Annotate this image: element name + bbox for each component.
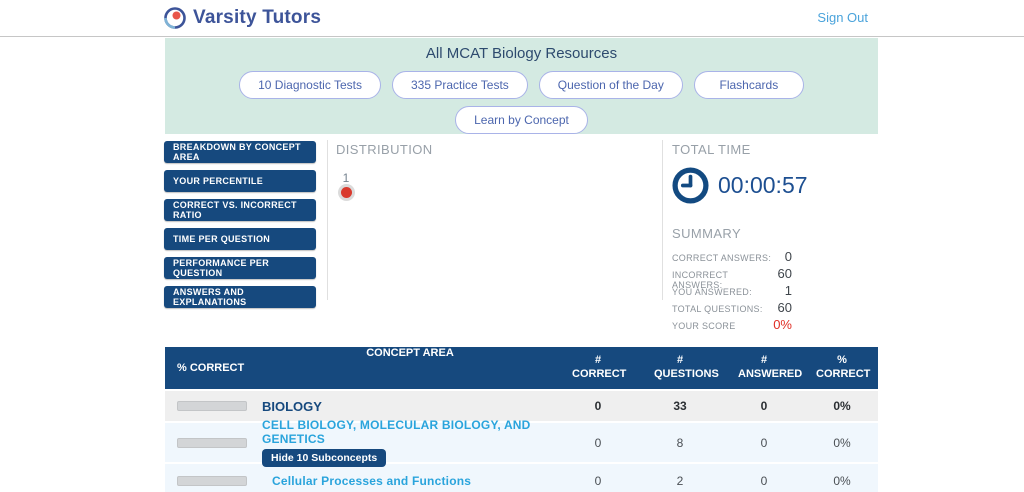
clock-icon [672,167,709,204]
varsity-tutors-logo-icon [163,6,187,30]
summary-value: 60 [778,266,792,281]
column-header-pct-correct: % CORRECT [806,347,878,389]
cell-num-questions: 33 [638,391,722,421]
progress-bar [177,438,247,448]
diagnostic-tests-button[interactable]: 10 Diagnostic Tests [239,71,381,99]
banner-title: All MCAT Biology Resources [165,45,878,62]
summary-row-your-score: YOUR SCORE 0% [672,317,792,334]
summary-row-total-questions: TOTAL QUESTIONS: 60 [672,300,792,317]
divider [327,140,328,300]
flashcards-button[interactable]: Flashcards [694,71,804,99]
resources-banner: All MCAT Biology Resources 10 Diagnostic… [165,38,878,134]
cell-pct-correct: 0% [806,423,878,462]
brand-name: Varsity Tutors [193,7,321,29]
sidebar-item-correct-vs-incorrect-ratio[interactable]: CORRECT VS. INCORRECT RATIO [164,199,316,221]
distribution-title: DISTRIBUTION [336,142,636,157]
cell-num-answered: 0 [722,423,806,462]
banner-pill-row: 10 Diagnostic Tests 335 Practice Tests Q… [165,71,878,99]
table-row-cell-biology: CELL BIOLOGY, MOLECULAR BIOLOGY, AND GEN… [165,423,878,462]
concept-link[interactable]: CELL BIOLOGY, MOLECULAR BIOLOGY, AND GEN… [262,418,558,446]
distribution-point-dot[interactable] [341,187,352,198]
sign-out-link[interactable]: Sign Out [817,10,868,25]
summary-label: CORRECT ANSWERS: [672,253,771,263]
total-time-row: 00:00:57 [672,167,872,204]
concept-label: BIOLOGY [262,399,558,414]
varsity-tutors-logo[interactable]: Varsity Tutors [163,6,321,30]
table-row-cellular-processes: Cellular Processes and Functions 0 2 0 0… [165,464,878,492]
total-time-title: TOTAL TIME [672,142,872,157]
distribution-panel: DISTRIBUTION 1 [336,142,636,198]
table-row-biology: BIOLOGY 0 33 0 0% [165,391,878,421]
sidebar-item-your-percentile[interactable]: YOUR PERCENTILE [164,170,316,192]
summary-value: 0 [785,249,792,264]
total-time-value: 00:00:57 [718,172,808,199]
question-of-the-day-button[interactable]: Question of the Day [539,71,683,99]
cell-pct-correct: 0% [806,464,878,492]
summary-row-correct-answers: CORRECT ANSWERS: 0 [672,249,792,266]
summary-value: 1 [785,283,792,298]
banner-pill-row-2: Learn by Concept [165,106,878,134]
summary-rows: CORRECT ANSWERS: 0 INCORRECT ANSWERS: 60… [672,249,792,334]
cell-pct-correct: 0% [806,391,878,421]
sidebar-item-answers-and-explanations[interactable]: ANSWERS AND EXPLANATIONS [164,286,316,308]
column-header-num-correct: # CORRECT [558,347,638,389]
stats-panel: TOTAL TIME 00:00:57 SUMMARY CORRECT ANSW… [672,142,872,334]
cell-num-correct: 0 [558,423,638,462]
sidebar-item-performance-per-question[interactable]: PERFORMANCE PER QUESTION [164,257,316,279]
cell-num-correct: 0 [558,464,638,492]
summary-label: YOUR SCORE [672,321,736,331]
column-header-num-answered: # ANSWERED [722,347,806,389]
column-header-concept-area: CONCEPT AREA [262,347,558,389]
cell-num-questions: 2 [638,464,722,492]
learn-by-concept-button[interactable]: Learn by Concept [455,106,588,134]
sidebar-item-time-per-question[interactable]: TIME PER QUESTION [164,228,316,250]
summary-value: 60 [778,300,792,315]
cell-num-answered: 0 [722,464,806,492]
summary-title: SUMMARY [672,226,872,241]
concept-link[interactable]: Cellular Processes and Functions [262,474,558,488]
distribution-point-label: 1 [338,171,354,185]
concept-breakdown-table: % CORRECT CONCEPT AREA # CORRECT # QUEST… [165,347,878,492]
practice-tests-button[interactable]: 335 Practice Tests [392,71,528,99]
summary-score-value: 0% [773,317,792,332]
cell-num-correct: 0 [558,391,638,421]
progress-bar [177,476,247,486]
column-header-pct-correct-bar: % CORRECT [165,347,262,389]
results-nav-sidebar: BREAKDOWN BY CONCEPT AREA YOUR PERCENTIL… [164,141,316,315]
column-header-num-questions: # QUESTIONS [638,347,722,389]
sidebar-item-breakdown-by-concept-area[interactable]: BREAKDOWN BY CONCEPT AREA [164,141,316,163]
cell-num-answered: 0 [722,391,806,421]
table-header-row: % CORRECT CONCEPT AREA # CORRECT # QUEST… [165,347,878,389]
summary-label: TOTAL QUESTIONS: [672,304,763,314]
distribution-data-point: 1 [338,171,354,198]
top-header-bar: Varsity Tutors Sign Out [0,0,1024,37]
summary-row-incorrect-answers: INCORRECT ANSWERS: 60 [672,266,792,283]
summary-label: YOU ANSWERED: [672,287,752,297]
progress-bar [177,401,247,411]
divider [662,140,663,300]
cell-num-questions: 8 [638,423,722,462]
